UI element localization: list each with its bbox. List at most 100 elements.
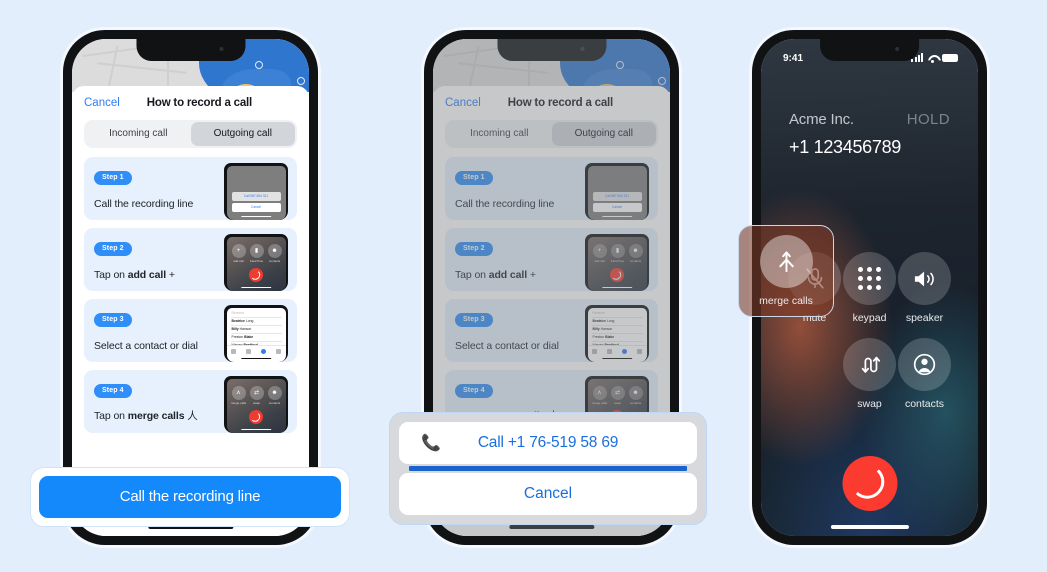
step-thumbnail-merge-controls: ⋏ ⇄ ☻ merge calls swap contacts bbox=[224, 376, 288, 433]
thumb-list-divider bbox=[230, 332, 282, 334]
thumb-ctrl-label: add call bbox=[233, 258, 244, 263]
tab-outgoing-call[interactable]: Outgoing call bbox=[190, 122, 295, 146]
call-action-sheet: 📞 Call +1 76-519 58 69 Cancel bbox=[389, 412, 707, 525]
keypad-icon bbox=[843, 252, 896, 305]
thumb-primary-action: Call 987 654 321 bbox=[231, 191, 281, 201]
status-indicators bbox=[911, 53, 958, 63]
thumb-screen: Call 987 654 321 Cancel bbox=[226, 165, 286, 220]
control-keypad[interactable]: keypad bbox=[842, 252, 897, 324]
end-call-button[interactable] bbox=[842, 456, 897, 511]
step-badge: Step 2 bbox=[94, 242, 132, 256]
segmented-control[interactable]: Incoming call Outgoing call bbox=[84, 120, 297, 148]
thumb-list-divider bbox=[230, 340, 282, 342]
dialog-separator bbox=[409, 466, 687, 471]
thumb-home-bar bbox=[241, 357, 271, 359]
control-label: swap bbox=[857, 398, 882, 410]
dialog-cancel-button[interactable]: Cancel bbox=[399, 473, 697, 515]
thumb-contact-row: Preston Blake bbox=[231, 334, 254, 339]
phone-icon: 📞 bbox=[421, 435, 441, 452]
wifi-icon bbox=[927, 54, 938, 63]
contacts-icon bbox=[898, 338, 951, 391]
thumb-screen: + ▮ ☻ add call FaceTime contacts bbox=[226, 236, 286, 291]
sheet-header: Cancel How to record a call bbox=[72, 86, 309, 118]
step-thumbnail-contact-list: Recents Beatrice Long Billy Hanson Prest… bbox=[224, 305, 288, 362]
notch bbox=[819, 39, 920, 61]
call-number-label: Call +1 76-519 58 69 bbox=[477, 434, 619, 451]
phone-1-screen: Cancel How to record a call Incoming cal… bbox=[72, 39, 309, 536]
notch bbox=[135, 39, 246, 61]
dialog-cancel-label: Cancel bbox=[523, 485, 573, 502]
thumb-swap-icon: ⇄ bbox=[249, 385, 264, 400]
step-text: Call the recording line bbox=[94, 198, 194, 210]
thumb-ctrl-label: contacts bbox=[268, 400, 281, 405]
thumb-tab-icon bbox=[231, 349, 237, 354]
map-road bbox=[82, 46, 142, 58]
speaker-icon bbox=[898, 252, 951, 305]
swap-icon bbox=[843, 338, 896, 391]
map-poi-icon bbox=[255, 61, 263, 69]
step-card-4: Step 4 Tap on merge calls 人 ⋏ ⇄ ☻ merge … bbox=[84, 370, 297, 433]
battery-icon bbox=[942, 54, 958, 62]
phone-3-active-call: 9:41 Acme Inc. HOLD +1 123456789 mute ke… bbox=[738, 30, 987, 545]
step-text: Select a contact or dial bbox=[94, 340, 198, 352]
thumb-screen: Recents Beatrice Long Billy Hanson Prest… bbox=[226, 307, 286, 362]
step-thumbnail-dial-sheet: Call 987 654 321 Cancel bbox=[224, 163, 288, 220]
control-swap[interactable]: swap bbox=[842, 338, 897, 410]
thumb-secondary-action: Cancel bbox=[231, 202, 281, 212]
merge-calls-icon bbox=[759, 235, 813, 288]
thumb-facetime-icon: ▮ bbox=[249, 243, 264, 258]
step-card-2: Step 2 Tap on add call + + ▮ ☻ add call … bbox=[84, 228, 297, 291]
control-contacts[interactable]: contacts bbox=[897, 338, 952, 410]
front-camera-icon bbox=[895, 47, 900, 51]
thumb-ctrl-label: contacts bbox=[268, 258, 281, 263]
step-text: Tap on add call + bbox=[94, 269, 175, 281]
thumb-home-bar bbox=[241, 215, 271, 217]
control-label: keypad bbox=[852, 312, 887, 324]
merge-calls-highlight[interactable]: merge calls bbox=[738, 225, 834, 317]
control-label: contacts bbox=[904, 398, 945, 410]
step-badge: Step 1 bbox=[94, 171, 132, 185]
thumb-screen: ⋏ ⇄ ☻ merge calls swap contacts bbox=[226, 378, 286, 433]
thumb-contacts-icon: ☻ bbox=[267, 385, 282, 400]
call-state-badge: HOLD bbox=[906, 111, 950, 128]
thumb-ctrl-label: swap bbox=[252, 400, 260, 405]
phone-number: +1 123456789 bbox=[789, 137, 902, 157]
thumb-merge-icon: ⋏ bbox=[231, 385, 246, 400]
step-card-3: Step 3 Select a contact or dial Recents … bbox=[84, 299, 297, 362]
thumb-list-header: Recents bbox=[231, 310, 244, 315]
step-badge: Step 3 bbox=[94, 313, 132, 327]
thumb-contact-row: Beatrice Long bbox=[231, 318, 254, 323]
thumb-add-call-icon: + bbox=[231, 243, 246, 258]
thumb-contact-row: Billy Hanson bbox=[231, 326, 252, 331]
merge-calls-label: merge calls bbox=[759, 295, 813, 307]
tab-incoming-call[interactable]: Incoming call bbox=[86, 122, 191, 146]
caller-info-row: Acme Inc. HOLD bbox=[761, 111, 978, 128]
call-the-recording-line-button[interactable]: Call the recording line bbox=[39, 476, 341, 518]
caller-name: Acme Inc. bbox=[789, 111, 854, 128]
thumb-ctrl-label: FaceTime bbox=[249, 258, 264, 263]
thumb-tab-icon bbox=[275, 349, 281, 354]
step-thumbnail-call-controls: + ▮ ☻ add call FaceTime contacts bbox=[224, 234, 288, 291]
page-title: How to record a call bbox=[146, 97, 253, 109]
thumb-home-bar bbox=[241, 428, 271, 430]
steps-list: Step 1 Call the recording line Call 987 … bbox=[72, 157, 309, 433]
map-poi-icon bbox=[297, 77, 305, 85]
control-label: speaker bbox=[905, 312, 944, 324]
thumb-ctrl-label: merge calls bbox=[230, 400, 247, 405]
screenshot-stage: Cancel How to record a call Incoming cal… bbox=[0, 0, 1047, 572]
thumb-end-call-icon bbox=[249, 409, 263, 424]
front-camera-icon bbox=[219, 47, 224, 51]
thumb-tab-icon bbox=[246, 349, 252, 354]
call-number-button[interactable]: 📞 Call +1 76-519 58 69 bbox=[399, 422, 697, 464]
call-recording-line-callout: Call the recording line bbox=[30, 467, 350, 527]
thumb-home-bar bbox=[241, 286, 271, 288]
thumb-end-call-icon bbox=[249, 267, 263, 282]
step-card-1: Step 1 Call the recording line Call 987 … bbox=[84, 157, 297, 220]
step-badge: Step 4 bbox=[94, 384, 132, 398]
thumb-list-divider bbox=[230, 316, 282, 318]
thumb-contacts-icon: ☻ bbox=[267, 243, 282, 258]
status-time: 9:41 bbox=[783, 52, 804, 64]
thumb-list-divider bbox=[230, 324, 282, 326]
home-indicator bbox=[830, 525, 909, 529]
control-speaker[interactable]: speaker bbox=[897, 252, 952, 324]
